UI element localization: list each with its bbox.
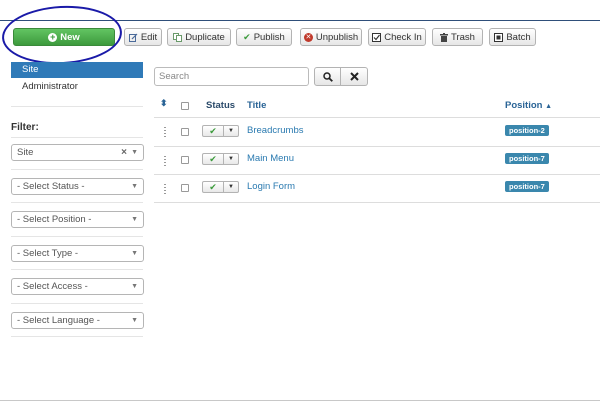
sidebar-divider — [11, 269, 143, 270]
header-divider — [0, 20, 600, 21]
sidebar-item-site[interactable]: Site — [11, 62, 143, 78]
column-header-title[interactable]: Title — [247, 100, 266, 111]
clear-search-button[interactable] — [341, 67, 368, 86]
sidebar-item-administrator[interactable]: Administrator — [22, 81, 78, 92]
x-circle-icon: ✕ — [303, 32, 313, 42]
trash-icon — [440, 32, 449, 42]
duplicate-button[interactable]: Duplicate — [167, 28, 231, 46]
filter-position-select[interactable]: - Select Position - ▼ — [11, 211, 144, 228]
publish-button[interactable]: ✔ Publish — [236, 28, 292, 46]
sidebar-divider — [11, 106, 143, 107]
search-icon — [322, 71, 333, 82]
filter-access-select[interactable]: - Select Access - ▼ — [11, 278, 144, 295]
table-row: ✔ ▼ Breadcrumbs position-2 — [154, 118, 600, 146]
caret-down-icon: ▼ — [228, 184, 234, 190]
status-toggle[interactable]: ✔ ▼ — [202, 181, 239, 193]
footer-divider — [0, 400, 600, 401]
copy-icon — [173, 32, 183, 42]
clear-icon[interactable]: × — [121, 145, 127, 160]
position-badge: position-2 — [505, 125, 549, 136]
row-checkbox[interactable] — [181, 184, 189, 192]
sort-asc-icon: ▲ — [545, 103, 553, 110]
filter-access-value: - Select Access - — [17, 281, 88, 292]
filter-language-value: - Select Language - — [17, 315, 100, 326]
sidebar-divider — [11, 303, 143, 304]
table-row: ✔ ▼ Login Form position-7 — [154, 175, 600, 203]
filter-type-value: - Select Type - — [17, 248, 79, 259]
column-header-status[interactable]: Status — [206, 100, 235, 111]
duplicate-button-label: Duplicate — [185, 31, 225, 43]
unpublish-button-label: Unpublish — [315, 31, 359, 43]
sidebar-divider — [11, 336, 143, 337]
check-icon: ✔ — [203, 182, 224, 192]
check-icon: ✔ — [203, 154, 224, 164]
check-icon: ✔ — [203, 126, 224, 136]
check-icon: ✔ — [243, 31, 251, 42]
search-button[interactable] — [314, 67, 341, 86]
chevron-down-icon: ▼ — [131, 183, 138, 190]
edit-button[interactable]: Edit — [124, 28, 162, 46]
filter-language-select[interactable]: - Select Language - ▼ — [11, 312, 144, 329]
drag-handle-icon[interactable] — [164, 156, 166, 166]
filter-site-value: Site — [17, 147, 34, 158]
edit-icon — [128, 33, 138, 42]
chevron-down-icon: ▼ — [131, 149, 138, 156]
row-checkbox[interactable] — [181, 128, 189, 136]
filter-type-select[interactable]: - Select Type - ▼ — [11, 245, 144, 262]
position-badge: position-7 — [505, 181, 549, 192]
filter-site-select[interactable]: Site × ▼ — [11, 144, 144, 161]
filter-position-value: - Select Position - — [17, 214, 92, 225]
checkin-button-label: Check In — [384, 31, 422, 43]
row-divider — [154, 202, 600, 203]
chevron-down-icon: ▼ — [131, 216, 138, 223]
status-toggle[interactable]: ✔ ▼ — [202, 125, 239, 137]
drag-handle-icon[interactable] — [164, 184, 166, 194]
drag-handle-icon[interactable] — [164, 127, 166, 137]
new-button[interactable]: + New — [13, 28, 115, 46]
edit-button-label: Edit — [140, 31, 158, 43]
table-row: ✔ ▼ Main Menu position-7 — [154, 147, 600, 175]
row-checkbox[interactable] — [181, 156, 189, 164]
batch-button-label: Batch — [506, 31, 531, 43]
module-title-link[interactable]: Login Form — [247, 181, 295, 192]
trash-button[interactable]: Trash — [432, 28, 483, 46]
sidebar-divider — [11, 202, 143, 203]
module-title-link[interactable]: Breadcrumbs — [247, 125, 304, 136]
trash-button-label: Trash — [451, 31, 475, 43]
caret-down-icon: ▼ — [228, 156, 234, 162]
unpublish-button[interactable]: ✕ Unpublish — [300, 28, 362, 46]
filter-status-value: - Select Status - — [17, 181, 85, 192]
plus-circle-icon: + — [48, 31, 58, 42]
sort-order-icon[interactable]: ⬍ — [160, 98, 168, 109]
batch-icon — [494, 32, 504, 42]
publish-button-label: Publish — [253, 31, 285, 43]
select-all-checkbox[interactable] — [181, 102, 189, 110]
filter-heading: Filter: — [11, 122, 39, 133]
chevron-down-icon: ▼ — [131, 250, 138, 257]
new-button-label: New — [60, 31, 80, 43]
filter-status-select[interactable]: - Select Status - ▼ — [11, 178, 144, 195]
batch-button[interactable]: Batch — [489, 28, 536, 46]
sidebar-divider — [11, 236, 143, 237]
position-badge: position-7 — [505, 153, 549, 164]
sidebar-divider — [11, 137, 143, 138]
status-toggle[interactable]: ✔ ▼ — [202, 153, 239, 165]
column-header-position-label: Position — [505, 100, 543, 111]
checkin-button[interactable]: Check In — [368, 28, 426, 46]
search-input[interactable] — [154, 67, 309, 86]
column-header-position[interactable]: Position ▲ — [505, 100, 552, 111]
close-icon — [349, 72, 359, 81]
sidebar-divider — [11, 169, 143, 170]
chevron-down-icon: ▼ — [131, 317, 138, 324]
checkbox-icon — [372, 32, 382, 42]
caret-down-icon: ▼ — [228, 128, 234, 134]
chevron-down-icon: ▼ — [131, 283, 138, 290]
module-title-link[interactable]: Main Menu — [247, 153, 294, 164]
